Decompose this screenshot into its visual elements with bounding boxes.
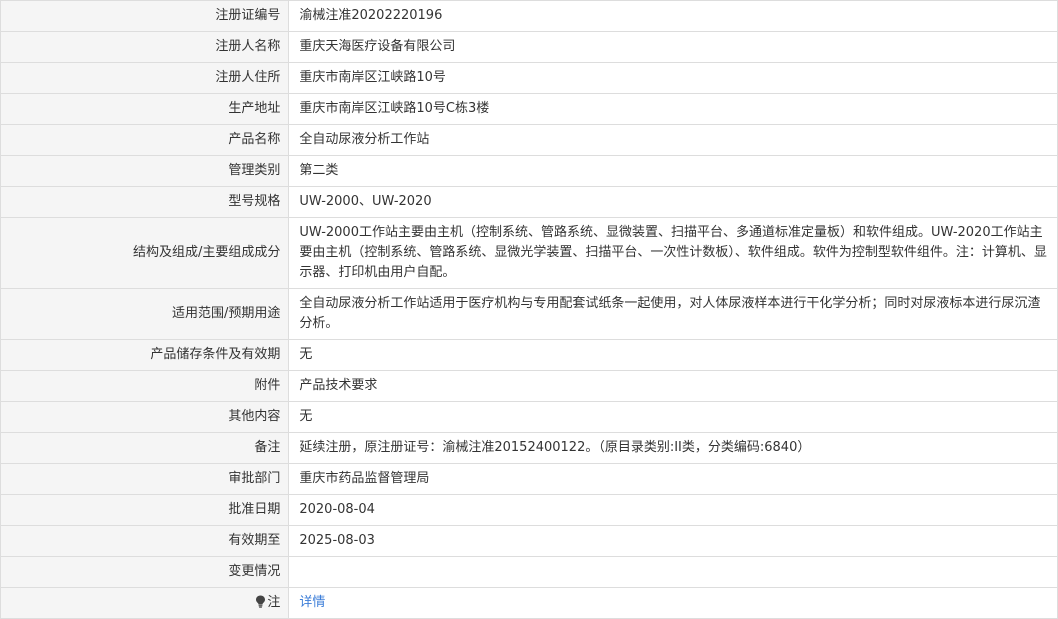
table-row: 生产地址 重庆市南岸区江峡路10号C栋3楼: [0, 93, 1058, 125]
field-label: 附件: [0, 370, 290, 402]
lightbulb-icon: [255, 595, 266, 608]
table-row: 变更情况: [0, 556, 1058, 588]
field-value: 2020-08-04: [288, 494, 1058, 526]
field-label: 生产地址: [0, 93, 290, 125]
field-label: 注册人住所: [0, 62, 290, 94]
field-value: 第二类: [288, 155, 1058, 187]
field-label: 其他内容: [0, 401, 290, 433]
field-label: 适用范围/预期用途: [0, 288, 290, 340]
field-label: 批准日期: [0, 494, 290, 526]
field-value: 2025-08-03: [288, 525, 1058, 557]
field-value: 重庆市南岸区江峡路10号C栋3楼: [288, 93, 1058, 125]
field-label: 注册人名称: [0, 31, 290, 63]
table-row: 注 详情: [0, 587, 1058, 619]
table-row: 审批部门 重庆市药品监督管理局: [0, 463, 1058, 495]
table-row: 产品名称 全自动尿液分析工作站: [0, 124, 1058, 156]
field-value: 全自动尿液分析工作站适用于医疗机构与专用配套试纸条一起使用，对人体尿液样本进行干…: [288, 288, 1058, 340]
field-value: UW-2000工作站主要由主机（控制系统、管路系统、显微装置、扫描平台、多通道标…: [288, 217, 1058, 289]
field-value: UW-2000、UW-2020: [288, 186, 1058, 218]
table-row: 适用范围/预期用途 全自动尿液分析工作站适用于医疗机构与专用配套试纸条一起使用，…: [0, 288, 1058, 340]
table-row: 备注 延续注册，原注册证号：渝械注准20152400122。（原目录类别:II类…: [0, 432, 1058, 464]
field-label: 结构及组成/主要组成成分: [0, 217, 290, 289]
field-label: 型号规格: [0, 186, 290, 218]
table-row: 注册人名称 重庆天海医疗设备有限公司: [0, 31, 1058, 63]
field-label: 产品名称: [0, 124, 290, 156]
table-row: 有效期至 2025-08-03: [0, 525, 1058, 557]
field-value: 重庆市药品监督管理局: [288, 463, 1058, 495]
field-label: 注: [267, 595, 281, 610]
table-row: 注册证编号 渝械注准20202220196: [0, 0, 1058, 32]
table-row: 结构及组成/主要组成成分 UW-2000工作站主要由主机（控制系统、管路系统、显…: [0, 217, 1058, 289]
field-label: 注册证编号: [0, 0, 290, 32]
field-value: 重庆市南岸区江峡路10号: [288, 62, 1058, 94]
field-label: 审批部门: [0, 463, 290, 495]
field-value: 渝械注准20202220196: [288, 0, 1058, 32]
table-row: 型号规格 UW-2000、UW-2020: [0, 186, 1058, 218]
field-label: 管理类别: [0, 155, 290, 187]
field-value: 无: [288, 339, 1058, 371]
field-label: 有效期至: [0, 525, 290, 557]
field-label: 变更情况: [0, 556, 290, 588]
table-row: 注册人住所 重庆市南岸区江峡路10号: [0, 62, 1058, 94]
table-row: 附件 产品技术要求: [0, 370, 1058, 402]
registration-detail-table: 注册证编号 渝械注准20202220196 注册人名称 重庆天海医疗设备有限公司…: [0, 0, 1058, 619]
table-row: 产品储存条件及有效期 无: [0, 339, 1058, 371]
table-row: 批准日期 2020-08-04: [0, 494, 1058, 526]
field-value-cell: 详情: [288, 587, 1058, 619]
field-value: 产品技术要求: [288, 370, 1058, 402]
table-row: 其他内容 无: [0, 401, 1058, 433]
note-label-cell: 注: [0, 587, 290, 619]
details-link[interactable]: 详情: [299, 595, 325, 610]
field-value: 延续注册，原注册证号：渝械注准20152400122。（原目录类别:II类，分类…: [288, 432, 1058, 464]
field-value: 重庆天海医疗设备有限公司: [288, 31, 1058, 63]
field-value: 全自动尿液分析工作站: [288, 124, 1058, 156]
field-label: 备注: [0, 432, 290, 464]
field-value: [288, 556, 1058, 588]
field-label: 产品储存条件及有效期: [0, 339, 290, 371]
table-row: 管理类别 第二类: [0, 155, 1058, 187]
field-value: 无: [288, 401, 1058, 433]
